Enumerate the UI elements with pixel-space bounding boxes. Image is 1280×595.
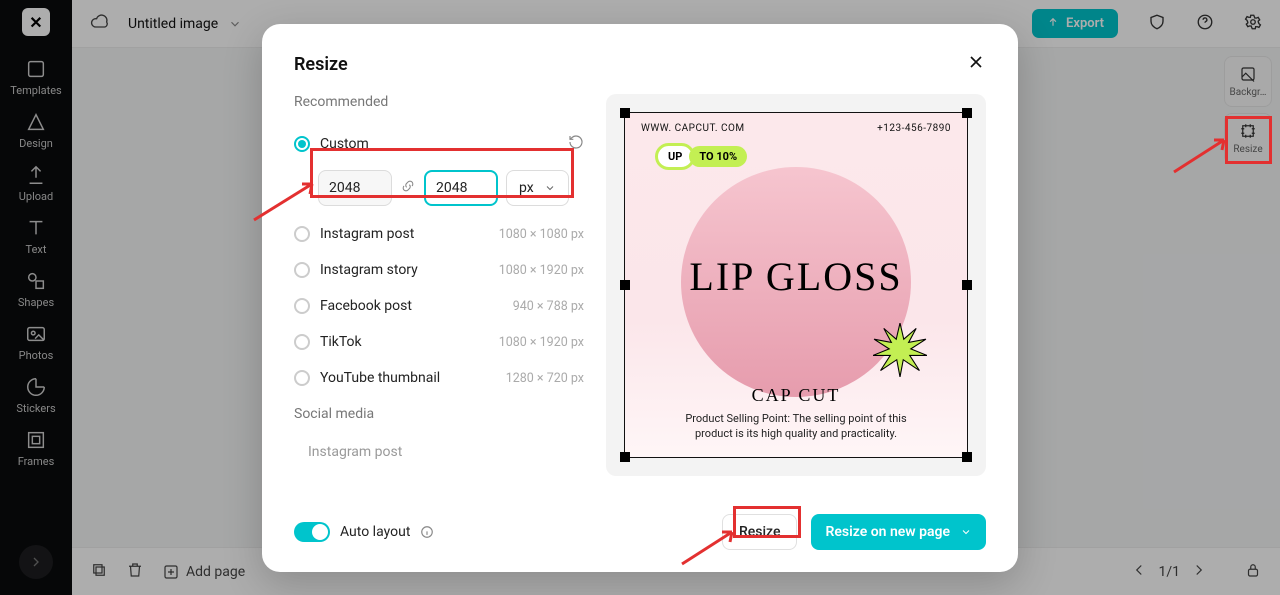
auto-layout-toggle[interactable]: Auto layout xyxy=(294,522,434,542)
section-social: Social media xyxy=(294,406,584,422)
section-recommended: Recommended xyxy=(294,94,584,110)
radio-option[interactable] xyxy=(294,370,310,386)
starburst-icon xyxy=(873,323,927,377)
preview-desc: Product Selling Point: The selling point… xyxy=(625,411,967,442)
preview-phone: +123-456-7890 xyxy=(877,123,951,134)
resize-modal: Resize Recommended Custom 2048 2048 px xyxy=(262,24,1018,572)
annotation-arrow xyxy=(1172,130,1244,178)
social-option[interactable]: Instagram post xyxy=(294,436,584,460)
modal-title: Resize xyxy=(294,54,348,75)
annotation-arrow xyxy=(252,178,324,226)
preview-url: WWW. CAPCUT. COM xyxy=(641,123,745,134)
preview-headline: LIP GLOSS xyxy=(625,253,967,300)
annotation-box xyxy=(310,148,574,198)
radio-option[interactable] xyxy=(294,334,310,350)
radio-option[interactable] xyxy=(294,226,310,242)
radio-custom[interactable] xyxy=(294,136,310,152)
resize-new-page-button[interactable]: Resize on new page xyxy=(811,514,986,550)
preview-brand: CAP CUT xyxy=(625,385,967,406)
annotation-arrow xyxy=(680,522,752,570)
info-icon xyxy=(420,525,434,539)
close-button[interactable] xyxy=(966,52,986,76)
radio-option[interactable] xyxy=(294,298,310,314)
radio-option[interactable] xyxy=(294,262,310,278)
chevron-down-icon xyxy=(960,526,972,538)
preview-canvas: WWW. CAPCUT. COM +123-456-7890 UP TO 10%… xyxy=(606,94,986,476)
